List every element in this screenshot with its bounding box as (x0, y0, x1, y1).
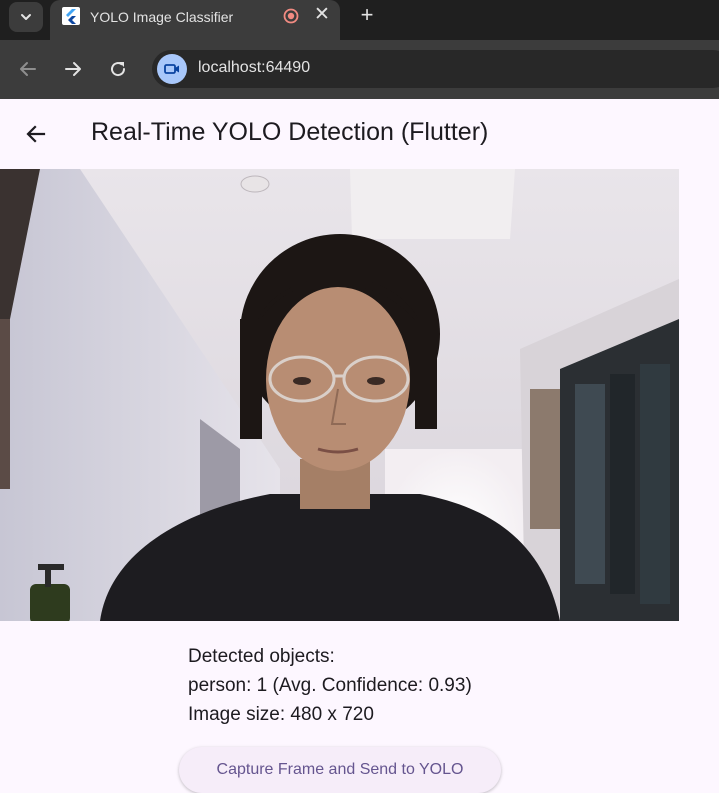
browser-tab[interactable]: YOLO Image Classifier ✕ (50, 0, 340, 40)
flutter-icon (62, 7, 80, 25)
address-bar[interactable]: localhost:64490 (152, 50, 719, 88)
forward-icon (65, 62, 81, 76)
site-info-button[interactable] (157, 54, 187, 84)
camera-in-use-icon (164, 64, 179, 74)
capture-button[interactable]: Capture Frame and Send to YOLO (179, 747, 501, 793)
browser-toolbar: localhost:64490 (0, 40, 719, 99)
new-tab-button[interactable]: + (356, 4, 378, 26)
camera-frame (0, 169, 679, 621)
camera-preview (0, 169, 679, 621)
image-size-line: Image size: 480 x 720 (188, 704, 374, 725)
url-text: localhost:64490 (198, 59, 311, 76)
browser-tab-strip: YOLO Image Classifier ✕ + (0, 0, 719, 40)
back-icon (20, 62, 36, 76)
reload-button[interactable] (106, 57, 130, 81)
tab-search-button[interactable] (9, 2, 43, 32)
detection-results: Detected objects: person: 1 (Avg. Confid… (188, 642, 472, 729)
reload-icon (111, 62, 126, 77)
back-button[interactable] (16, 57, 40, 81)
tab-title: YOLO Image Classifier (90, 9, 234, 25)
tab-close-button[interactable]: ✕ (312, 4, 332, 26)
detection-line: person: 1 (Avg. Confidence: 0.93) (188, 675, 472, 696)
recording-icon (283, 8, 299, 24)
arrow-left-icon[interactable] (24, 122, 48, 146)
chevron-down-icon (21, 14, 31, 20)
forward-button[interactable] (61, 57, 85, 81)
results-heading: Detected objects: (188, 646, 335, 667)
app-bar: Real-Time YOLO Detection (Flutter) (0, 99, 719, 169)
page-title: Real-Time YOLO Detection (Flutter) (91, 118, 489, 146)
